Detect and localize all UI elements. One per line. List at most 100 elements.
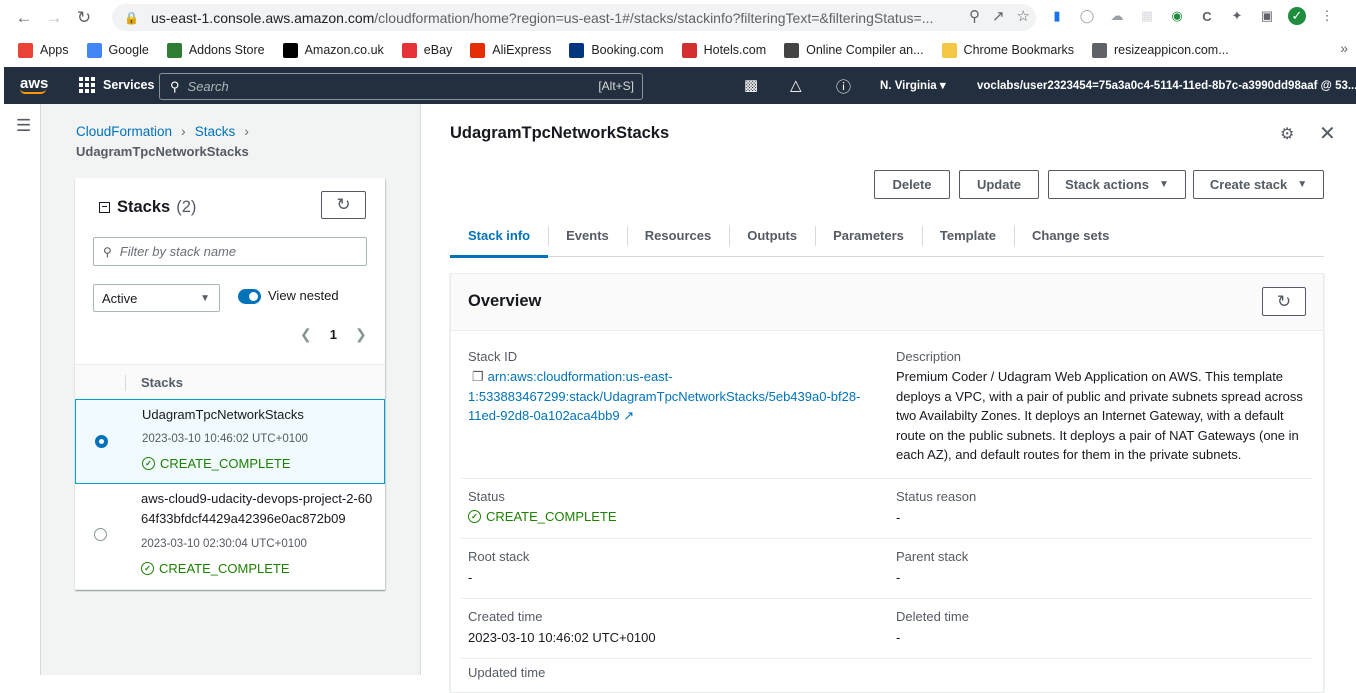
bookmarks-bar: Apps Google Addons Store Amazon.co.uk eBay Al… — [0, 36, 1356, 64]
bookmark-item[interactable]: Google — [86, 42, 149, 58]
status-filter-select[interactable]: Active ▼ — [93, 284, 220, 312]
delete-button[interactable]: Delete — [874, 170, 950, 199]
booking-icon — [569, 42, 585, 58]
address-bar[interactable]: 🔒 us-east-1.console.aws.amazon.com/cloud… — [112, 4, 1036, 31]
stack-row[interactable]: aws-cloud9-udacity-devops-project-2-6064… — [75, 484, 385, 590]
view-nested-toggle[interactable] — [238, 289, 261, 304]
tab-change-sets[interactable]: Change sets — [1014, 215, 1127, 256]
services-menu[interactable]: Services — [79, 77, 154, 93]
bookmark-label: Booking.com — [591, 43, 664, 57]
profile-check-icon[interactable]: ✓ — [1288, 7, 1306, 25]
overview-header: Overview ↻ — [451, 274, 1323, 331]
services-label: Services — [103, 78, 155, 92]
current-page[interactable]: 1 — [330, 327, 337, 342]
tab-outputs[interactable]: Outputs — [729, 215, 815, 256]
bookmark-item[interactable]: Chrome Bookmarks — [941, 42, 1074, 58]
console-search-input[interactable] — [187, 79, 588, 94]
bookmark-item[interactable]: resizeappicon.com... — [1092, 42, 1229, 58]
aws-console-header: aws Services ⚲ [Alt+S] ▩ △ ⓘ N. Virginia… — [4, 67, 1356, 104]
bookmark-item[interactable]: Online Compiler an... — [784, 42, 924, 58]
tab-stack-info[interactable]: Stack info — [450, 215, 549, 258]
dropdown-caret-icon: ▼ — [200, 293, 210, 304]
back-arrow-icon[interactable]: ← — [10, 4, 38, 32]
root-stack-value: - — [468, 570, 473, 585]
region-selector[interactable]: N. Virginia ▾ — [880, 78, 946, 92]
url-text[interactable]: us-east-1.console.aws.amazon.com/cloudfo… — [151, 10, 946, 26]
forward-arrow-icon[interactable]: → — [40, 4, 68, 32]
status-label: Status — [468, 489, 505, 504]
create-stack-button[interactable]: Create stack ▼ — [1193, 170, 1324, 199]
close-icon[interactable]: ✕ — [1319, 121, 1336, 146]
breadcrumb-current: UdagramTpcNetworkStacks — [76, 144, 249, 159]
account-menu[interactable]: voclabs/user2323454=75a3a0c4-5114-11ed-8… — [977, 78, 1356, 92]
cloudshell-icon[interactable]: ▩ — [744, 76, 758, 94]
dropdown-caret-icon: ▼ — [1158, 179, 1169, 190]
bookmark-item[interactable]: Addons Store — [166, 42, 265, 58]
copy-icon[interactable]: ❐ — [472, 369, 484, 384]
menu-dots-icon[interactable]: ⋮ — [1318, 7, 1336, 25]
addons-store-icon — [166, 42, 182, 58]
filter-stacks-input[interactable] — [119, 244, 360, 259]
status-value: ✓ CREATE_COMPLETE — [468, 507, 617, 527]
pagination: ❮ 1 ❯ — [300, 326, 367, 343]
dropdown-caret-icon: ▼ — [1297, 179, 1308, 190]
stack-id-value[interactable]: ❐ arn:aws:cloudformation:us-east- 1:53388… — [468, 367, 878, 426]
extension-lock-icon[interactable]: ◉ — [1168, 7, 1186, 25]
next-page-icon[interactable]: ❯ — [355, 326, 367, 343]
refresh-icon: ↻ — [1276, 291, 1292, 311]
extension-cloud-icon[interactable]: ☁ — [1108, 7, 1126, 25]
stacks-list-card: – Stacks (2) ↻ ⚲ Active ▼ View nested ❮ … — [75, 178, 385, 590]
collapse-icon[interactable]: – — [99, 202, 110, 213]
compiler-icon — [784, 42, 800, 58]
stack-detail: UdagramTpcNetworkStacks ⚙ ✕ Delete Updat… — [421, 104, 1356, 693]
console-search[interactable]: ⚲ [Alt+S] — [159, 73, 643, 100]
bookmark-label: AliExpress — [492, 43, 552, 57]
notifications-bell-icon[interactable]: △ — [790, 76, 802, 94]
gear-icon[interactable]: ⚙ — [1280, 124, 1294, 144]
breadcrumb: CloudFormation › Stacks › — [76, 123, 258, 139]
bookmark-label: Chrome Bookmarks — [963, 43, 1074, 57]
hotels-icon — [681, 42, 697, 58]
tab-events[interactable]: Events — [548, 215, 627, 256]
tab-parameters[interactable]: Parameters — [815, 215, 922, 256]
breadcrumb-cloudformation[interactable]: CloudFormation — [76, 124, 172, 139]
bookmark-item[interactable]: AliExpress — [470, 42, 552, 58]
bookmark-item[interactable]: Hotels.com — [681, 42, 766, 58]
tab-resources[interactable]: Resources — [626, 215, 729, 256]
chevron-right-icon: › — [244, 123, 249, 139]
bookmark-item[interactable]: Apps — [18, 42, 69, 58]
more-bookmarks-icon[interactable]: » — [1340, 40, 1348, 56]
stack-status: ✓ CREATE_COMPLETE — [141, 561, 290, 576]
stack-radio-selected[interactable] — [95, 435, 108, 448]
zoom-icon[interactable]: ⚲ — [969, 7, 980, 25]
bookmark-item[interactable]: Amazon.co.uk — [282, 42, 384, 58]
bookmark-item[interactable]: eBay — [401, 42, 452, 58]
side-panel-icon[interactable]: ▣ — [1258, 7, 1276, 25]
star-icon[interactable]: ☆ — [1017, 7, 1030, 25]
stack-actions-button[interactable]: Stack actions ▼ — [1048, 170, 1186, 199]
extension-shield-icon[interactable]: ◯ — [1078, 7, 1096, 25]
browser-toolbar: ← → ↻ 🔒 us-east-1.console.aws.amazon.com… — [0, 0, 1356, 35]
help-icon[interactable]: ⓘ — [836, 76, 851, 97]
aws-smile-mark — [20, 89, 46, 94]
extension-bars-icon[interactable]: ▮ — [1048, 7, 1066, 25]
extension-c-icon[interactable]: C — [1198, 7, 1216, 25]
filter-stacks[interactable]: ⚲ — [93, 237, 367, 266]
extensions-puzzle-icon[interactable]: ✦ — [1228, 7, 1246, 25]
extension-grid-icon[interactable]: ▦ — [1138, 7, 1156, 25]
tab-template[interactable]: Template — [921, 215, 1014, 256]
update-button[interactable]: Update — [959, 170, 1039, 199]
stack-row[interactable]: UdagramTpcNetworkStacks 2023-03-10 10:46… — [75, 399, 385, 484]
root-stack-label: Root stack — [468, 549, 530, 564]
stack-radio[interactable] — [94, 528, 107, 541]
status-reason-label: Status reason — [896, 489, 977, 504]
bookmark-item[interactable]: Booking.com — [569, 42, 664, 58]
hamburger-menu-icon[interactable]: ☰ — [16, 116, 31, 136]
breadcrumb-stacks[interactable]: Stacks — [195, 124, 236, 139]
share-icon[interactable]: ↗ — [992, 7, 1005, 25]
reload-icon[interactable]: ↻ — [70, 4, 98, 32]
prev-page-icon[interactable]: ❮ — [300, 326, 312, 343]
refresh-overview-button[interactable]: ↻ — [1262, 287, 1306, 316]
refresh-stacks-button[interactable]: ↻ — [321, 191, 366, 219]
google-icon — [86, 42, 102, 58]
